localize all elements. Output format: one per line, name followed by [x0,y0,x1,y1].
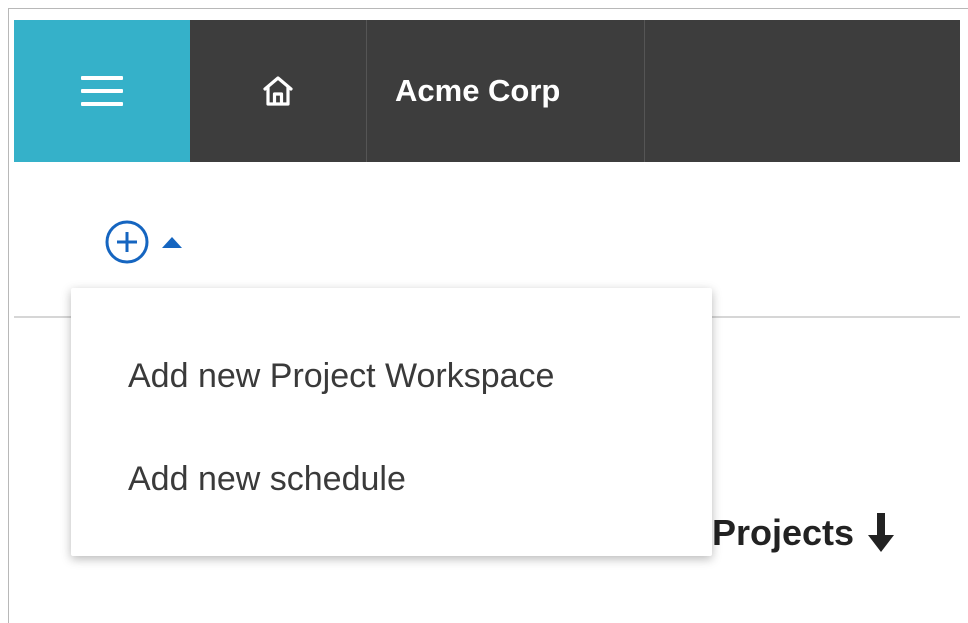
menu-button[interactable] [14,20,190,162]
menu-item-add-project-workspace[interactable]: Add new Project Workspace [128,357,554,396]
plus-circle-icon[interactable] [104,219,150,265]
arrow-down-icon [868,513,895,552]
add-dropdown-menu: Add new Project Workspace Add new schedu… [71,288,712,556]
projects-sort-header[interactable]: Projects [712,512,895,554]
add-menu-toggle[interactable] [104,219,182,265]
menu-item-add-schedule[interactable]: Add new schedule [128,460,406,499]
top-nav-bar: Acme Corp [14,20,960,162]
org-name: Acme Corp [395,73,561,108]
home-button[interactable] [190,20,367,162]
projects-heading-label: Projects [712,512,855,553]
hamburger-menu-icon [81,76,123,106]
home-icon [263,76,293,106]
org-switcher[interactable]: Acme Corp [367,20,645,162]
caret-up-icon[interactable] [162,236,182,248]
